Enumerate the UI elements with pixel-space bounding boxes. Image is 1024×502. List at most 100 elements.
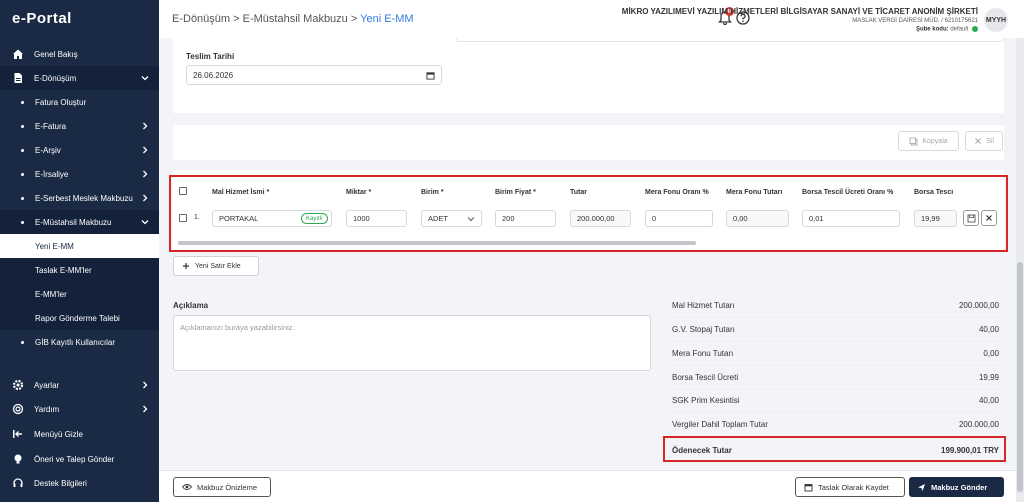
top-bar: E-Dönüşüm > E-Müstahsil Makbuzu > Yeni E…	[159, 0, 1024, 38]
sidebar-item-e-donusum[interactable]: E-Dönüşüm	[0, 66, 159, 90]
summary-value: 19,99	[978, 373, 999, 382]
sidebar-item-label: Taslak E-MM'ler	[35, 265, 92, 275]
chevron-down-icon	[139, 216, 151, 228]
app-logo: e-Portal	[12, 10, 72, 27]
save-draft-label: Taslak Olarak Kaydet	[818, 482, 889, 492]
sidebar-item-yeni-emm[interactable]: Yeni E-MM	[0, 234, 159, 258]
chevron-right-icon	[139, 192, 151, 204]
lightbulb-icon	[12, 453, 24, 465]
summary-label: Borsa Tescil Ücreti	[672, 373, 739, 382]
home-icon	[12, 48, 24, 60]
tax-office: MASLAK VERGİ DAİRESİ MÜD. / 6210175621	[852, 18, 978, 24]
document-icon	[12, 72, 24, 84]
branch-label: Şube kodu:	[915, 26, 949, 33]
company-name: MİKRO YAZILIMEVİ YAZILIM HİZMETLERİ BİLG…	[621, 7, 978, 16]
table-actions-bar	[173, 125, 1004, 160]
breadcrumb: E-Dönüşüm > E-Müstahsil Makbuzu > Yeni E…	[172, 13, 414, 25]
sidebar-item-oneri-talep[interactable]: Öneri ve Talep Gönder	[0, 447, 159, 471]
summary-row: Vergiler Dahil Toplam Tutar 200.000,00	[672, 413, 999, 437]
payable-highlight	[663, 436, 1006, 462]
summary-row: Mera Fonu Tutarı 0,00	[672, 342, 999, 366]
summary-label: SGK Prim Kesintisi	[672, 396, 740, 405]
summary-label: G.V. Stopaj Tutarı	[672, 325, 735, 334]
description-label: Açıklama	[173, 301, 209, 310]
sidebar-item-menuyu-gizle[interactable]: Menüyü Gizle	[0, 422, 159, 446]
collapse-icon	[12, 428, 24, 440]
add-row-button[interactable]: Yeni Satır Ekle	[173, 256, 259, 276]
sidebar-item-label: Yeni E-MM	[35, 241, 74, 251]
summary-value: 200.000,00	[958, 301, 999, 310]
bullet-icon	[21, 172, 24, 176]
sidebar-item-e-arsiv[interactable]: E-Arşiv	[0, 138, 159, 162]
bullet-icon	[21, 220, 24, 224]
delete-button[interactable]: Sil	[965, 131, 1003, 151]
breadcrumb-separator: >	[233, 13, 240, 25]
breadcrumb-item[interactable]: E-Müstahsil Makbuzu	[243, 13, 348, 25]
delivery-date-label: Teslim Tarihi	[186, 52, 235, 61]
sidebar-item-e-serbest-meslek[interactable]: E-Serbest Meslek Makbuzu	[0, 186, 159, 210]
eye-icon	[182, 484, 192, 490]
sidebar-item-gib-kayitli[interactable]: GİB Kayıtlı Kullanıcılar	[0, 330, 159, 354]
plus-icon	[183, 263, 189, 269]
sidebar-item-e-fatura[interactable]: E-Fatura	[0, 114, 159, 138]
breadcrumb-separator: >	[350, 13, 358, 25]
sidebar-item-taslak-emm[interactable]: Taslak E-MM'ler	[0, 258, 159, 282]
save-draft-button[interactable]: Taslak Olarak Kaydet	[795, 477, 905, 497]
send-receipt-button[interactable]: Makbuz Gönder	[909, 477, 1004, 497]
sidebar-item-label: Yardım	[34, 404, 60, 414]
preview-button-label: Makbuz Önizleme	[197, 482, 258, 492]
headset-icon	[12, 477, 24, 489]
table-highlight	[169, 175, 1008, 252]
summary-value: 0,00	[983, 349, 999, 358]
avatar[interactable]: MYYH	[984, 8, 1008, 32]
sidebar-item-destek[interactable]: Destek Bilgileri	[0, 471, 159, 495]
sidebar-item-genel-bakis[interactable]: Genel Bakış	[0, 42, 159, 66]
sidebar-item-label: E-Fatura	[35, 121, 67, 131]
preview-button[interactable]: Makbuz Önizleme	[173, 477, 271, 497]
chevron-right-icon	[139, 168, 151, 180]
sidebar-item-ayarlar[interactable]: Ayarlar	[0, 373, 159, 397]
chevron-right-icon	[139, 144, 151, 156]
delivery-date-value: 26.06.2026	[193, 70, 234, 80]
sidebar-item-label: Rapor Gönderme Talebi	[35, 313, 120, 323]
bullet-icon	[21, 196, 24, 200]
vertical-scrollbar-thumb[interactable]	[1017, 262, 1023, 492]
summary-row: Mal Hizmet Tutarı 200.000,00	[672, 294, 999, 318]
sidebar-item-yardim[interactable]: Yardım	[0, 397, 159, 421]
sidebar-item-label: Fatura Oluştur	[35, 97, 87, 107]
copy-icon	[909, 137, 918, 145]
chevron-right-icon	[139, 403, 151, 415]
send-receipt-label: Makbuz Gönder	[931, 482, 988, 492]
summary-label: Vergiler Dahil Toplam Tutar	[672, 420, 768, 429]
bullet-icon	[21, 124, 24, 128]
sidebar-item-fatura-olustur[interactable]: Fatura Oluştur	[0, 90, 159, 114]
summary-row: Borsa Tescil Ücreti 19,99	[672, 366, 999, 390]
chevron-down-icon	[139, 72, 151, 84]
summary-value: 40,00	[978, 396, 999, 405]
bullet-icon	[21, 148, 24, 152]
sidebar-item-label: E-Dönüşüm	[34, 73, 77, 83]
summary-value: 40,00	[978, 325, 999, 334]
delivery-date-input[interactable]: 26.06.2026	[186, 65, 442, 85]
company-info: MİKRO YAZILIMEVİ YAZILIM HİZMETLERİ BİLG…	[622, 7, 978, 33]
sidebar-item-emmler[interactable]: E-MM'ler	[0, 282, 159, 306]
summary-row: SGK Prim Kesintisi 40,00	[672, 389, 999, 413]
summary-label: Mera Fonu Tutarı	[672, 349, 734, 358]
sidebar-item-label: E-Serbest Meslek Makbuzu	[35, 193, 133, 203]
description-textarea[interactable]: Açıklamanızı buraya yazabilirsiniz.	[173, 315, 651, 371]
sidebar-item-e-irsaliye[interactable]: E-İrsaliye	[0, 162, 159, 186]
sidebar-item-label: Genel Bakış	[34, 49, 78, 59]
branch-value: default	[950, 26, 969, 33]
sidebar-item-label: Destek Bilgileri	[34, 478, 87, 488]
chevron-right-icon	[139, 379, 151, 391]
copy-button[interactable]: Kopyala	[898, 131, 959, 151]
sidebar-item-e-mustahsil[interactable]: E-Müstahsil Makbuzu	[0, 210, 159, 234]
status-ok-icon	[972, 26, 978, 32]
sidebar-item-label: E-Müstahsil Makbuzu	[35, 217, 112, 227]
calendar-icon[interactable]	[426, 71, 435, 80]
close-icon	[975, 138, 981, 144]
send-icon	[918, 483, 925, 491]
breadcrumb-item[interactable]: E-Dönüşüm	[172, 13, 230, 25]
sidebar-item-label: Menüyü Gizle	[34, 429, 83, 439]
sidebar-item-rapor-gonderme[interactable]: Rapor Gönderme Talebi	[0, 306, 159, 330]
